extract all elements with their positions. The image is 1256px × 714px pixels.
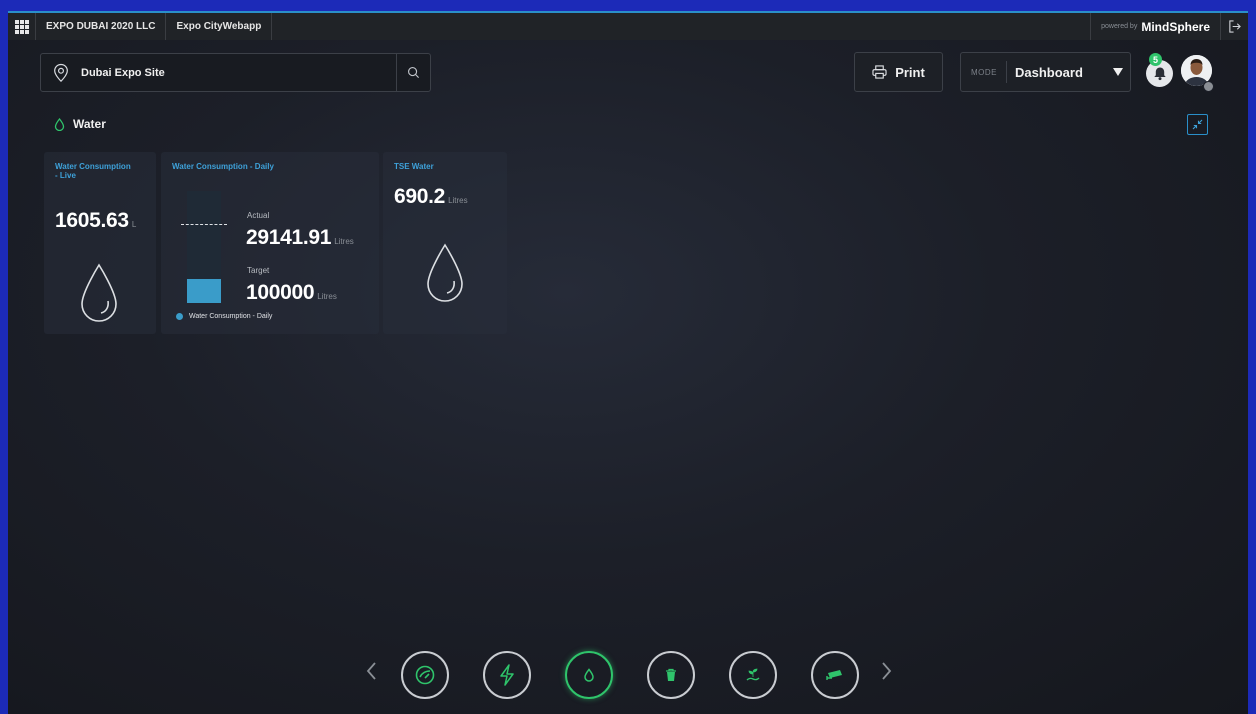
legend-label: Water Consumption - Daily [189, 313, 273, 320]
actual-label: Actual [247, 211, 270, 220]
section-title: Water [54, 117, 106, 131]
nav-prev-button[interactable] [365, 661, 377, 687]
tse-value-row: 690.2 Litres [394, 185, 468, 209]
target-marker-line [181, 224, 227, 225]
print-button[interactable]: Print [854, 52, 943, 92]
chart-legend: Water Consumption - Daily [176, 313, 272, 320]
waste-icon [666, 668, 676, 681]
top-bar: EXPO DUBAI 2020 LLC Expo CityWebapp powe… [8, 11, 1248, 40]
chevron-left-icon [366, 662, 376, 680]
progress-bar-fill [187, 279, 221, 303]
collapse-icon [1192, 119, 1203, 130]
search-icon [408, 67, 420, 79]
company-name[interactable]: EXPO DUBAI 2020 LLC [36, 13, 167, 40]
nav-cctv-button[interactable] [811, 651, 859, 699]
card-title: Water Consumption - Daily [172, 162, 274, 171]
card-water-live[interactable]: Water Consumption - Live 1605.63 L [44, 152, 156, 334]
user-status-indicator [1203, 81, 1214, 92]
chevron-right-icon [882, 662, 892, 680]
collapse-button[interactable] [1187, 114, 1208, 135]
nav-electricity-button[interactable] [483, 651, 531, 699]
actual-value-row: 29141.91 Litres [246, 226, 354, 250]
live-unit: L [131, 220, 137, 229]
gas-icon [415, 665, 435, 685]
logout-icon [1229, 20, 1241, 33]
card-title: TSE Water [394, 162, 434, 171]
grid-icon [14, 19, 29, 34]
mode-value: Dashboard [1015, 64, 1083, 80]
app-name[interactable]: Expo CityWebapp [166, 13, 273, 40]
bell-icon [1153, 67, 1166, 81]
brand-logo-text: MindSphere [1141, 19, 1210, 34]
electricity-icon [500, 664, 514, 686]
water-icon [584, 668, 594, 682]
card-tse-water[interactable]: TSE Water 690.2 Litres [383, 152, 507, 334]
card-water-daily[interactable]: Water Consumption - Daily Actual 29141.9… [161, 152, 379, 334]
print-label: Print [895, 64, 925, 80]
target-value: 100000 [246, 281, 315, 304]
legend-dot-icon [176, 313, 183, 320]
tse-unit: Litres [448, 196, 468, 205]
mode-label: MODE [961, 61, 1007, 83]
caret-down-icon [1113, 68, 1123, 76]
target-label: Target [247, 266, 270, 275]
location-pin-icon [41, 63, 81, 83]
actual-unit: Litres [334, 237, 354, 246]
nav-water-button[interactable] [565, 651, 613, 699]
progress-bar-track [187, 191, 221, 303]
location-search[interactable]: Dubai Expo Site [40, 53, 431, 92]
nav-irrigation-button[interactable] [729, 651, 777, 699]
printer-icon [872, 65, 887, 79]
logout-button[interactable] [1220, 13, 1248, 40]
bottom-nav [8, 649, 1248, 699]
water-drop-icon [54, 117, 65, 131]
live-value-row: 1605.63 L [55, 209, 136, 233]
target-unit: Litres [317, 292, 337, 301]
notification-count-badge: 5 [1149, 53, 1162, 66]
search-button[interactable] [396, 53, 430, 92]
section-title-text: Water [73, 117, 106, 131]
water-drop-icon [81, 263, 117, 322]
card-title: Water Consumption - Live [55, 162, 131, 180]
tse-value: 690.2 [394, 185, 446, 208]
nav-waste-button[interactable] [647, 651, 695, 699]
nav-next-button[interactable] [881, 661, 893, 687]
powered-by-text: powered by [1101, 23, 1138, 30]
powered-by-brand: powered by MindSphere [1090, 11, 1220, 40]
app-launcher-button[interactable] [8, 13, 36, 40]
app-frame: EXPO DUBAI 2020 LLC Expo CityWebapp powe… [8, 11, 1248, 714]
location-name: Dubai Expo Site [81, 66, 165, 79]
mode-select[interactable]: MODE Dashboard [960, 52, 1131, 92]
irrigation-icon [746, 668, 760, 681]
target-value-row: 100000 Litres [246, 281, 337, 305]
actual-value: 29141.91 [246, 226, 332, 249]
cctv-icon [826, 670, 842, 680]
env-tag [1202, 11, 1214, 13]
nav-gas-button[interactable] [401, 651, 449, 699]
water-drop-icon [427, 243, 463, 302]
live-value: 1605.63 [55, 209, 129, 232]
